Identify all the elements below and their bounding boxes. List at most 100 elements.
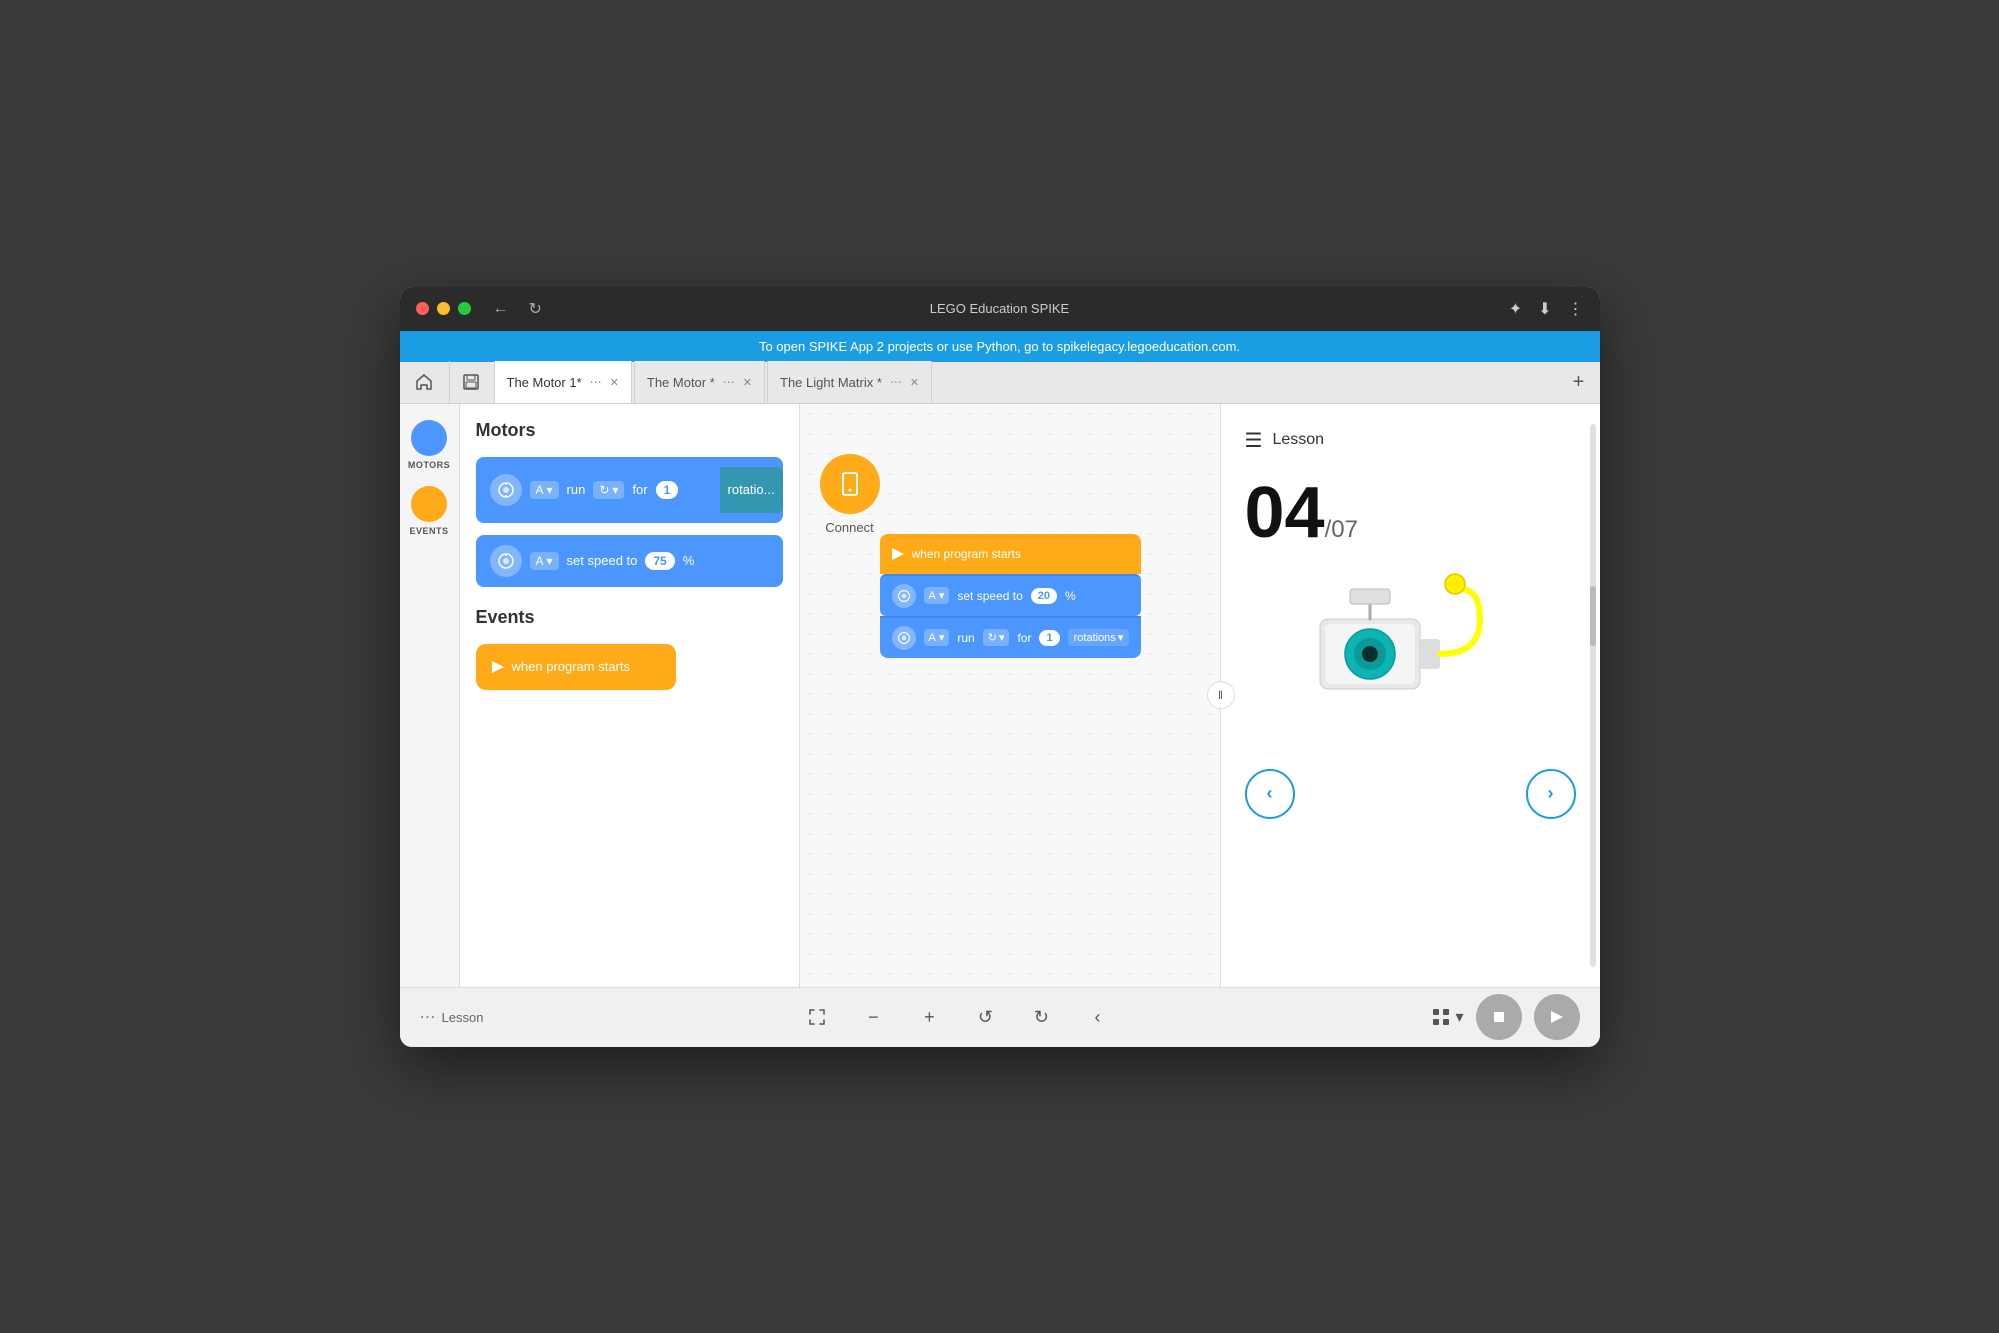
tab-options-icon[interactable]: ⋯ <box>723 375 735 389</box>
lesson-toolbar-label: Lesson <box>442 1010 484 1025</box>
minimize-button[interactable] <box>437 302 450 315</box>
collapse-panel-button[interactable]: ‖ <box>1207 681 1235 709</box>
ws-rotations-chevron: ▾ <box>1118 631 1124 644</box>
tab-close-icon[interactable]: ✕ <box>910 376 919 389</box>
refresh-button[interactable]: ↻ <box>523 297 548 321</box>
set-speed-label: set speed to <box>567 553 638 568</box>
motor-svg <box>497 481 515 499</box>
zoom-out-icon: − <box>868 1007 879 1028</box>
ws-set-speed-block[interactable]: A ▾ set speed to 20 % <box>880 574 1142 616</box>
ws-port-1: A <box>929 590 936 602</box>
ws-motor-icon-2 <box>892 626 916 650</box>
grid-view-button[interactable]: ▾ <box>1431 1007 1463 1027</box>
home-button[interactable] <box>400 361 450 403</box>
puzzle-icon[interactable]: ✦ <box>1509 299 1522 319</box>
toolbar-center: − + ↺ ↻ ‹ <box>499 999 1415 1035</box>
back-arrow-button[interactable]: ‹ <box>1079 999 1115 1035</box>
tab-options-icon[interactable]: ⋯ <box>590 375 602 389</box>
lesson-toolbar-item[interactable]: ⋯ Lesson <box>420 1007 484 1027</box>
window-title: LEGO Education SPIKE <box>930 301 1069 316</box>
scrollbar-thumb <box>1590 586 1596 646</box>
undo-icon: ↺ <box>978 1007 993 1028</box>
ws-when-label: when program starts <box>912 547 1021 561</box>
connect-label: Connect <box>825 520 873 535</box>
tab-light-matrix[interactable]: The Light Matrix * ⋯ ✕ <box>767 361 932 403</box>
play-icon <box>492 661 504 673</box>
lesson-next-button[interactable]: › <box>1526 769 1576 819</box>
sidebar-motors-label: MOTORS <box>408 460 450 470</box>
percent-label: % <box>683 553 695 568</box>
maximize-button[interactable] <box>458 302 471 315</box>
ws-port-dropdown-1[interactable]: A ▾ <box>924 587 950 604</box>
when-program-label: when program starts <box>512 659 631 674</box>
speed-port-dropdown[interactable]: A ▾ <box>530 552 559 570</box>
zoom-in-button[interactable]: + <box>911 999 947 1035</box>
ws-direction-dropdown[interactable]: ↻ ▾ <box>983 629 1010 646</box>
workspace[interactable]: Connect when program starts <box>800 404 1220 987</box>
sidebar-item-events[interactable]: EVENTS <box>409 486 448 536</box>
events-section-title: Events <box>476 607 783 628</box>
zoom-in-icon: + <box>924 1007 935 1028</box>
tab-options-icon[interactable]: ⋯ <box>890 375 902 389</box>
back-button[interactable]: ← <box>487 297 515 321</box>
ws-rotations-dropdown[interactable]: rotations ▾ <box>1068 629 1130 646</box>
motor-speed-svg <box>497 552 515 570</box>
close-button[interactable] <box>416 302 429 315</box>
lesson-number: 04 <box>1245 473 1325 553</box>
ws-play-icon <box>892 548 904 560</box>
port-value: A <box>536 483 544 497</box>
motors-dot <box>411 420 447 456</box>
tab-motor[interactable]: The Motor * ⋯ ✕ <box>634 361 765 403</box>
lesson-list-icon: ☰ <box>1245 428 1263 453</box>
motor-run-block[interactable]: A ▾ run ↻ ▾ for 1 rotatio... <box>476 457 783 523</box>
tab-label: The Motor * <box>647 375 715 390</box>
when-program-starts-block[interactable]: when program starts <box>476 644 676 690</box>
main-window: ← ↻ LEGO Education SPIKE ✦ ⬇ ⋮ To open S… <box>400 287 1600 1047</box>
direction-dropdown[interactable]: ↻ ▾ <box>593 481 624 499</box>
lesson-title: Lesson <box>1272 431 1324 449</box>
traffic-lights <box>416 302 471 315</box>
lesson-panel: ‖ ☰ Lesson 04/07 <box>1220 404 1600 987</box>
ws-when-program-starts[interactable]: when program starts <box>880 534 1142 574</box>
zoom-out-button[interactable]: − <box>855 999 891 1035</box>
motor-speed-block[interactable]: A ▾ set speed to 75 % <box>476 535 783 587</box>
ws-motor-icon-1 <box>892 584 916 608</box>
toolbar-right: ▾ <box>1431 994 1579 1040</box>
blocks-panel: Motors A ▾ run ↻ ▾ <box>460 404 800 987</box>
fit-icon <box>807 1007 827 1027</box>
titlebar-actions: ✦ ⬇ ⋮ <box>1509 299 1584 319</box>
lesson-prev-button[interactable]: ‹ <box>1245 769 1295 819</box>
play-triangle-icon <box>1551 1011 1563 1023</box>
play-button[interactable] <box>1534 994 1580 1040</box>
tab-close-icon[interactable]: ✕ <box>743 376 752 389</box>
lesson-navigation: ‹ › <box>1245 749 1576 839</box>
sidebar-events-label: EVENTS <box>409 526 448 536</box>
lesson-motor-illustration <box>1280 569 1540 729</box>
ws-rotations-label: rotations <box>1074 632 1116 644</box>
tab-motor-1[interactable]: The Motor 1* ⋯ ✕ <box>494 361 632 403</box>
undo-button[interactable]: ↺ <box>967 999 1003 1035</box>
tab-label: The Light Matrix * <box>780 375 882 390</box>
sidebar-item-motors[interactable]: MOTORS <box>408 420 450 470</box>
port-dropdown[interactable]: A ▾ <box>530 481 559 499</box>
dots-icon: ⋯ <box>420 1007 436 1027</box>
tab-close-icon[interactable]: ✕ <box>610 376 619 389</box>
ws-speed-value: 20 <box>1031 588 1057 604</box>
menu-icon[interactable]: ⋮ <box>1568 299 1584 319</box>
connect-circle <box>820 454 880 514</box>
lesson-scrollbar[interactable] <box>1590 424 1596 967</box>
fit-button[interactable] <box>799 999 835 1035</box>
save-button[interactable] <box>450 361 492 403</box>
stop-button[interactable] <box>1476 994 1522 1040</box>
add-tab-button[interactable]: + <box>1558 361 1600 403</box>
ws-motor-svg-2 <box>897 631 911 645</box>
connect-button[interactable]: Connect <box>820 454 880 535</box>
ws-run-block[interactable]: A ▾ run ↻ ▾ for 1 rotations ▾ <box>880 616 1142 658</box>
download-icon[interactable]: ⬇ <box>1538 299 1551 319</box>
motor-icon <box>490 474 522 506</box>
ws-port-dropdown-2[interactable]: A ▾ <box>924 629 950 646</box>
speed-port: A <box>536 554 544 568</box>
redo-button[interactable]: ↻ <box>1023 999 1059 1035</box>
for-label: for <box>632 482 647 497</box>
home-icon <box>414 372 434 392</box>
